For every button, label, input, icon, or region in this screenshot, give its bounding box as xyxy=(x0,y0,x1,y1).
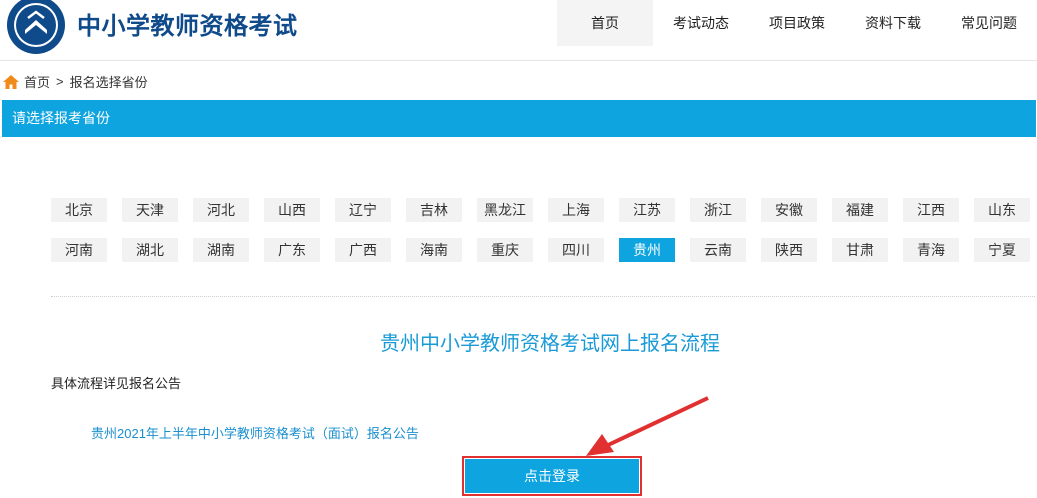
province-button[interactable]: 贵州 xyxy=(619,238,675,262)
province-button[interactable]: 吉林 xyxy=(406,198,462,222)
main-nav: 首页 考试动态 项目政策 资料下载 常见问题 xyxy=(557,0,1037,60)
province-button[interactable]: 重庆 xyxy=(477,238,533,262)
province-button[interactable]: 安徽 xyxy=(761,198,817,222)
province-button[interactable]: 天津 xyxy=(122,198,178,222)
province-button[interactable]: 湖南 xyxy=(193,238,249,262)
detail-text: 具体流程详见报名公告 xyxy=(51,376,182,391)
province-button[interactable]: 北京 xyxy=(51,198,107,222)
nav-policy[interactable]: 项目政策 xyxy=(749,0,845,46)
login-button[interactable]: 点击登录 xyxy=(462,456,642,496)
nav-downloads[interactable]: 资料下载 xyxy=(845,0,941,46)
province-button[interactable]: 河北 xyxy=(193,198,249,222)
breadcrumb-current: 报名选择省份 xyxy=(69,75,148,90)
province-button[interactable]: 黑龙江 xyxy=(477,198,533,222)
province-button[interactable]: 山西 xyxy=(264,198,320,222)
province-button[interactable]: 广东 xyxy=(264,238,320,262)
breadcrumb: 首页 > 报名选择省份 xyxy=(3,72,148,91)
nav-exam-news[interactable]: 考试动态 xyxy=(653,0,749,46)
notice-link[interactable]: 贵州2021年上半年中小学教师资格考试（面试）报名公告 xyxy=(91,423,419,442)
province-button[interactable]: 江苏 xyxy=(619,198,675,222)
province-button[interactable]: 山东 xyxy=(974,198,1030,222)
home-icon xyxy=(3,74,19,89)
province-button[interactable]: 四川 xyxy=(548,238,604,262)
divider xyxy=(51,296,1035,297)
site-title[interactable]: 中小学教师资格考试 xyxy=(77,6,298,41)
nav-faq[interactable]: 常见问题 xyxy=(941,0,1037,46)
province-button[interactable]: 云南 xyxy=(690,238,746,262)
flow-title: 贵州中小学教师资格考试网上报名流程 xyxy=(380,333,720,355)
nav-home[interactable]: 首页 xyxy=(557,0,653,46)
province-button[interactable]: 甘肃 xyxy=(832,238,888,262)
breadcrumb-separator: > xyxy=(56,74,64,89)
province-button[interactable]: 浙江 xyxy=(690,198,746,222)
province-button[interactable]: 青海 xyxy=(903,238,959,262)
province-button[interactable]: 湖北 xyxy=(122,238,178,262)
province-button[interactable]: 上海 xyxy=(548,198,604,222)
province-button[interactable]: 陕西 xyxy=(761,238,817,262)
breadcrumb-home[interactable]: 首页 xyxy=(24,72,50,91)
province-button[interactable]: 海南 xyxy=(406,238,462,262)
province-button[interactable]: 宁夏 xyxy=(974,238,1030,262)
header: 中小学教师资格考试 首页 考试动态 项目政策 资料下载 常见问题 xyxy=(0,0,1037,61)
logo-icon xyxy=(7,0,65,54)
province-button[interactable]: 河南 xyxy=(51,238,107,262)
province-button[interactable]: 江西 xyxy=(903,198,959,222)
province-button[interactable]: 辽宁 xyxy=(335,198,391,222)
province-button[interactable]: 广西 xyxy=(335,238,391,262)
section-title-bar: 请选择报考省份 xyxy=(2,100,1036,137)
province-button[interactable]: 福建 xyxy=(832,198,888,222)
